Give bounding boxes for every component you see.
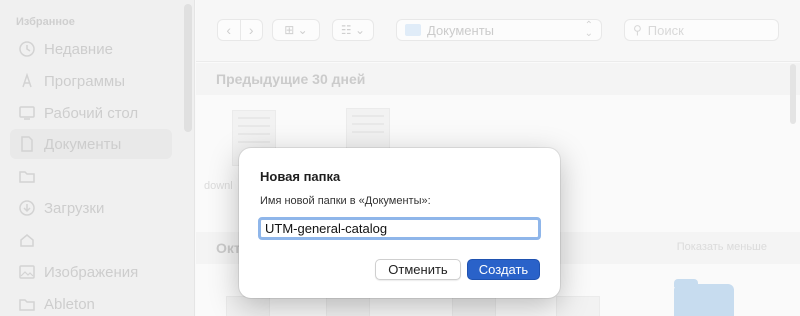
new-folder-dialog: Новая папка Имя новой папки в «Документы…	[239, 148, 560, 298]
folder-name-input[interactable]	[258, 217, 541, 240]
dialog-title: Новая папка	[260, 169, 341, 184]
create-button[interactable]: Создать	[467, 259, 540, 280]
dialog-prompt: Имя новой папки в «Документы»:	[260, 195, 431, 207]
cancel-button[interactable]: Отменить	[375, 259, 461, 280]
